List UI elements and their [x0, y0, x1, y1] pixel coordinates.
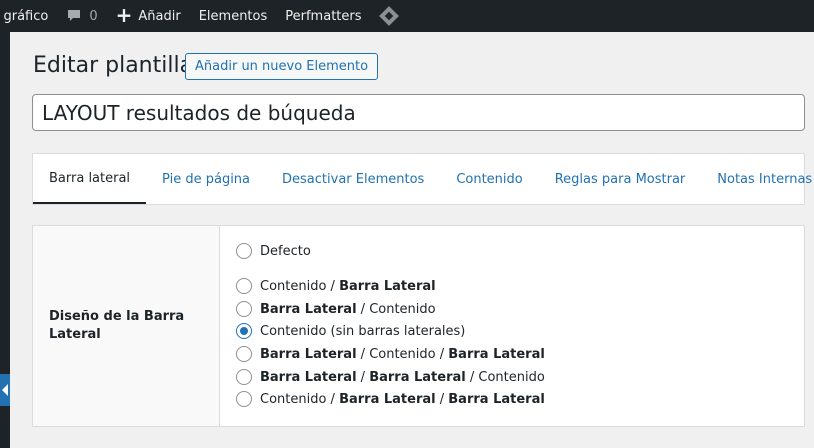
- comments-count: 0: [89, 8, 98, 24]
- radio-button[interactable]: [236, 278, 252, 294]
- option-part: Contenido: [478, 369, 545, 385]
- option-part: Contenido: [260, 391, 327, 407]
- radio-option-barra-barra-contenido[interactable]: Barra Lateral / Barra Lateral / Contenid…: [236, 369, 545, 385]
- speech-bubble-icon: [68, 10, 81, 21]
- option-label: Barra Lateral / Barra Lateral / Contenid…: [260, 370, 545, 385]
- collapse-arrow-icon[interactable]: [0, 374, 10, 406]
- option-separator: /: [356, 301, 370, 317]
- adminbar-diamond[interactable]: [371, 0, 405, 32]
- option-label: Defecto: [260, 243, 311, 259]
- adminbar-new-label: Añadir: [138, 8, 181, 24]
- adminbar-comments[interactable]: 0: [57, 0, 106, 32]
- option-part: Barra Lateral: [260, 301, 357, 317]
- option-part: Contenido: [369, 301, 436, 317]
- option-label: Contenido / Barra Lateral / Barra Latera…: [260, 392, 545, 407]
- sidebar-layout-label-cell: Diseño de la Barra Lateral: [33, 226, 220, 426]
- adminbar-perfmatters-label: Perfmatters: [285, 8, 362, 24]
- tab-notas-internas[interactable]: Notas Internas: [701, 154, 814, 204]
- option-label: Barra Lateral / Contenido: [260, 302, 436, 317]
- tab-reglas-para-mostrar[interactable]: Reglas para Mostrar: [539, 154, 702, 204]
- adminbar-elements[interactable]: Elementos: [190, 0, 277, 32]
- option-separator: /: [356, 346, 370, 362]
- radio-option-contenido-barra-barra[interactable]: Contenido / Barra Lateral / Barra Latera…: [236, 391, 545, 407]
- diamond-icon: [378, 6, 399, 26]
- settings-tabs: Barra lateral Pie de página Desactivar E…: [32, 153, 812, 205]
- option-part: Barra Lateral: [448, 346, 545, 362]
- option-part: Barra Lateral: [369, 369, 466, 385]
- sidebar-layout-panel: Diseño de la Barra Lateral Defecto Conte…: [32, 225, 805, 427]
- page-title: Editar plantilla: [33, 53, 194, 78]
- option-label: Contenido / Barra Lateral: [260, 279, 436, 294]
- element-title-input[interactable]: [32, 94, 805, 131]
- option-separator: /: [435, 391, 449, 407]
- adminbar-new[interactable]: + Añadir: [107, 0, 190, 32]
- option-separator: /: [356, 369, 370, 385]
- add-new-element-button[interactable]: Añadir un nuevo Elemento: [185, 53, 379, 80]
- option-label: Contenido (sin barras laterales): [260, 323, 466, 339]
- tab-contenido[interactable]: Contenido: [440, 154, 538, 204]
- sidebar-layout-options: Defecto Contenido / Barra Lateral Barra …: [220, 226, 804, 426]
- adminbar-perfmatters[interactable]: Perfmatters: [276, 0, 370, 32]
- radio-option-sin-barras[interactable]: Contenido (sin barras laterales): [236, 323, 465, 339]
- radio-button[interactable]: [236, 346, 252, 362]
- radio-option-defecto[interactable]: Defecto: [236, 243, 311, 259]
- radio-button[interactable]: [236, 301, 252, 317]
- radio-option-contenido-barra[interactable]: Contenido / Barra Lateral: [236, 278, 436, 294]
- admin-bar: r gráfico 0 + Añadir Elementos Perfmatte…: [0, 0, 814, 32]
- option-separator: /: [435, 346, 449, 362]
- sidebar-layout-label: Diseño de la Barra Lateral: [49, 309, 185, 342]
- adminbar-item-editor-label: r gráfico: [0, 8, 49, 24]
- radio-button[interactable]: [236, 369, 252, 385]
- option-part: Barra Lateral: [339, 391, 436, 407]
- plus-icon: +: [115, 3, 133, 27]
- option-separator: /: [326, 391, 340, 407]
- tab-pie-de-pagina[interactable]: Pie de página: [146, 154, 266, 204]
- option-part: Barra Lateral: [339, 278, 436, 294]
- tab-barra-lateral[interactable]: Barra lateral: [33, 154, 147, 204]
- option-separator: /: [465, 369, 479, 385]
- option-separator: /: [326, 278, 340, 294]
- radio-option-barra-contenido-barra[interactable]: Barra Lateral / Contenido / Barra Latera…: [236, 346, 545, 362]
- radio-button[interactable]: [236, 243, 252, 259]
- radio-button[interactable]: [236, 391, 252, 407]
- adminbar-item-editor[interactable]: r gráfico: [0, 0, 57, 32]
- radio-button-selected[interactable]: [236, 323, 252, 339]
- option-part: Barra Lateral: [260, 369, 357, 385]
- option-part: Barra Lateral: [448, 391, 545, 407]
- option-part: Contenido: [369, 346, 436, 362]
- adminbar-elements-label: Elementos: [198, 8, 268, 24]
- option-part: Contenido: [260, 278, 327, 294]
- tab-desactivar-elementos[interactable]: Desactivar Elementos: [266, 154, 440, 204]
- option-part: Barra Lateral: [260, 346, 357, 362]
- radio-option-barra-contenido[interactable]: Barra Lateral / Contenido: [236, 301, 436, 317]
- option-label: Barra Lateral / Contenido / Barra Latera…: [260, 347, 545, 362]
